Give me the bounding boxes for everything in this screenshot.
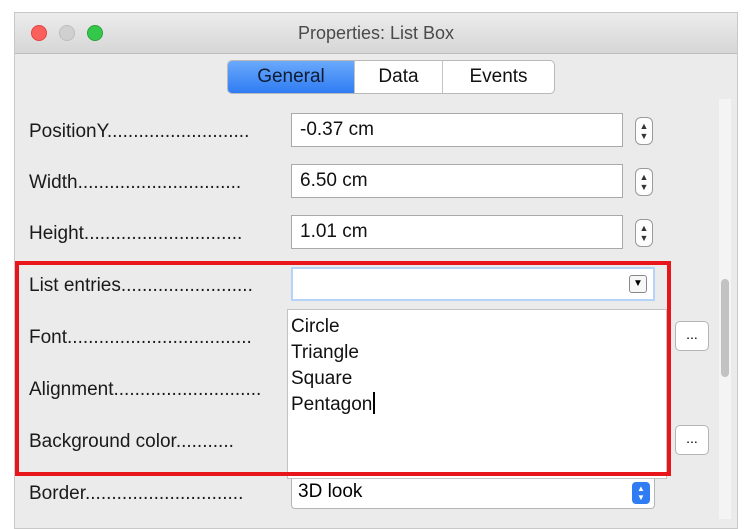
tab-data[interactable]: Data [354,61,442,93]
tab-events[interactable]: Events [442,61,554,93]
general-properties-panel: PositionY........................... -0.… [15,101,737,528]
tab-general[interactable]: General [228,61,354,93]
position-y-stepper[interactable]: ▲ ▼ [635,117,653,145]
list-entries-editor[interactable]: Circle Triangle Square Pentagon [287,309,667,479]
list-entries-row: List entries......................... ▼ [15,267,715,303]
list-entry: Square [291,368,353,389]
list-entry: Circle [291,316,340,337]
list-entries-input[interactable]: ▼ [291,267,655,301]
window-title: Properties: List Box [297,23,455,43]
width-input[interactable]: 6.50 cm [291,164,623,198]
alignment-label: Alignment............................ [29,379,262,400]
scrollbar-thumb[interactable] [721,279,729,377]
border-select-value: 3D look [298,481,363,502]
properties-dialog: Properties: List Box General Data Events… [14,12,738,529]
font-picker-button[interactable]: ... [675,321,709,351]
border-row: Border.............................. 3D … [15,475,715,511]
height-label: Height.............................. [29,223,243,244]
width-stepper[interactable]: ▲ ▼ [635,168,653,196]
height-stepper[interactable]: ▲ ▼ [635,219,653,247]
list-entries-label: List entries......................... [29,275,253,296]
border-label: Border.............................. [29,483,244,504]
font-label: Font................................... [29,327,252,348]
height-input[interactable]: 1.01 cm [291,215,623,249]
vertical-scrollbar[interactable] [719,99,731,519]
position-y-label: PositionY........................... [29,121,250,142]
position-y-row: PositionY........................... -0.… [15,113,715,149]
width-label: Width............................... [29,172,242,193]
list-entry-current: Pentagon [288,392,666,418]
height-row: Height.............................. 1.0… [15,215,715,251]
text-cursor [373,392,376,414]
tab-bar: General Data Events [227,60,555,94]
background-color-label: Background color........... [29,431,234,452]
chevron-up-down-icon: ▲ ▼ [632,482,650,504]
title-bar: Properties: List Box [15,13,737,54]
border-select[interactable]: 3D look ▲ ▼ [291,475,655,509]
list-entries-dropdown-button[interactable]: ▼ [629,275,647,293]
list-entry: Triangle [291,342,359,363]
list-entry-text: Pentagon [291,394,373,415]
background-color-picker-button[interactable]: ... [675,425,709,455]
position-y-input[interactable]: -0.37 cm [291,113,623,147]
width-row: Width............................... 6.5… [15,164,715,200]
